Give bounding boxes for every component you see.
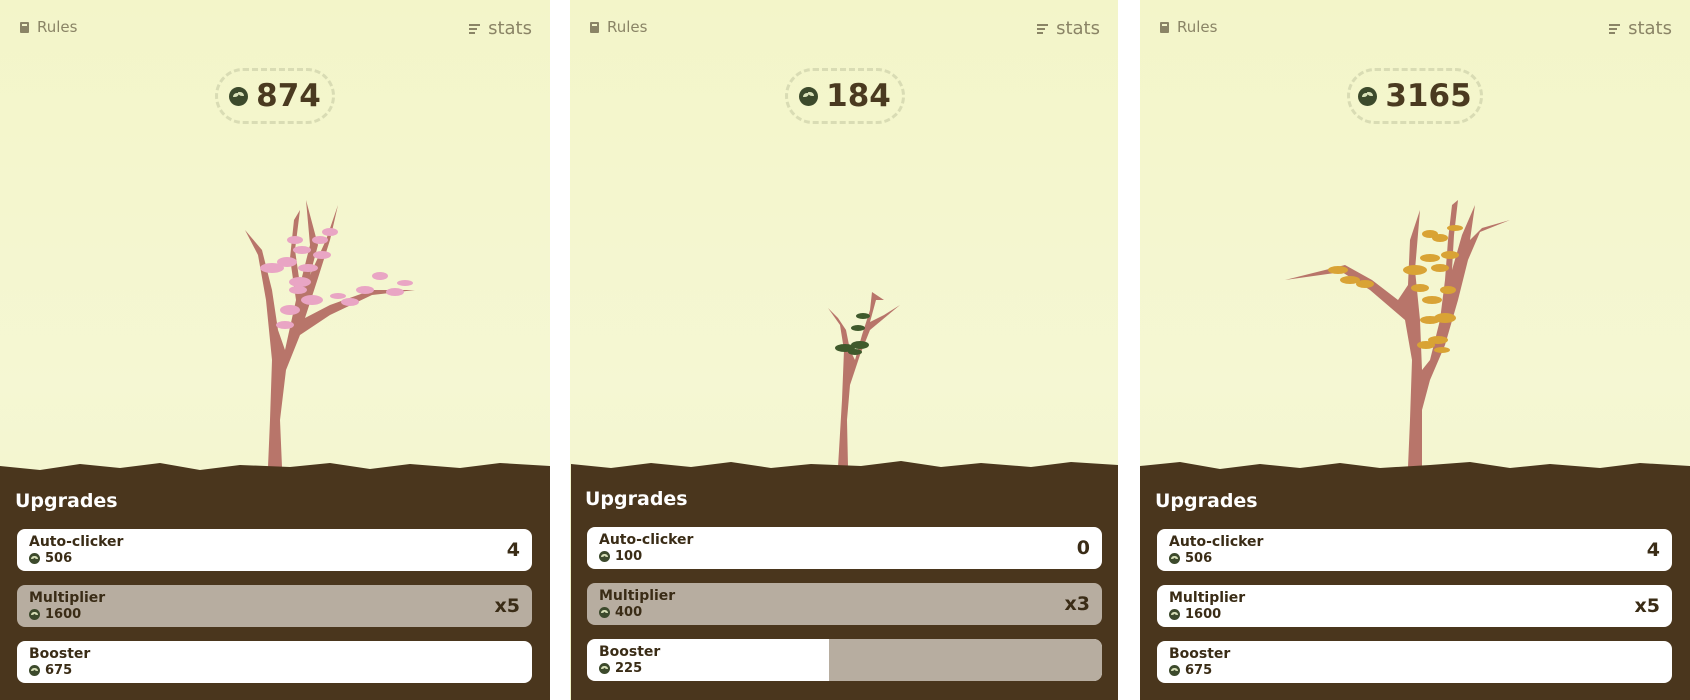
- upgrade-name: Booster: [1169, 646, 1231, 662]
- upgrade-name: Auto-clicker: [1169, 534, 1264, 550]
- upgrade-name: Booster: [29, 646, 91, 662]
- upgrade-cost: 100: [599, 549, 642, 564]
- seed-icon: [1169, 553, 1180, 564]
- upgrade-auto-clicker[interactable]: Auto-clicker 100 0: [587, 527, 1102, 569]
- seed-icon: [599, 663, 610, 674]
- cost-value: 1600: [45, 607, 82, 622]
- upgrade-name: Booster: [599, 644, 661, 660]
- game-panel-3: Rules stats 3165 Upgrades Auto-clicker 5…: [1140, 0, 1690, 700]
- upgrade-name: Multiplier: [1169, 590, 1246, 606]
- booster-cooldown-fill: [829, 639, 1102, 681]
- upgrade-cost: 400: [599, 605, 642, 620]
- upgrade-name: Auto-clicker: [599, 532, 694, 548]
- upgrade-cost: 225: [599, 661, 642, 676]
- seed-icon: [29, 553, 40, 564]
- cost-value: 675: [1185, 663, 1213, 678]
- upgrades-title: Upgrades: [1155, 490, 1258, 512]
- upgrade-multiplier[interactable]: Multiplier 1600 x5: [17, 585, 532, 627]
- seed-icon: [599, 551, 610, 562]
- upgrades-title: Upgrades: [15, 490, 118, 512]
- upgrade-level: 4: [506, 539, 520, 561]
- upgrade-cost: 1600: [1169, 607, 1221, 622]
- upgrade-name: Multiplier: [599, 588, 676, 604]
- tree[interactable]: [570, 0, 1118, 470]
- upgrade-level: x3: [1064, 593, 1090, 615]
- upgrade-multiplier[interactable]: Multiplier 1600 x5: [1157, 585, 1672, 627]
- cost-value: 1600: [1185, 607, 1222, 622]
- tree-trunk: [245, 200, 415, 467]
- upgrades-title: Upgrades: [585, 488, 688, 510]
- cost-value: 506: [45, 551, 73, 566]
- upgrade-cost: 675: [29, 663, 72, 678]
- upgrade-booster[interactable]: Booster 675: [1157, 641, 1672, 683]
- upgrade-level: 0: [1076, 537, 1090, 559]
- upgrade-name: Multiplier: [29, 590, 106, 606]
- upgrade-cost: 506: [1169, 551, 1212, 566]
- seed-icon: [599, 607, 610, 618]
- seed-icon: [1169, 609, 1180, 620]
- upgrade-multiplier[interactable]: Multiplier 400 x3: [587, 583, 1102, 625]
- upgrade-booster[interactable]: Booster 225: [587, 639, 1102, 681]
- upgrade-name: Auto-clicker: [29, 534, 124, 550]
- upgrade-cost: 1600: [29, 607, 81, 622]
- upgrade-level: 4: [1646, 539, 1660, 561]
- upgrade-cost: 506: [29, 551, 72, 566]
- cost-value: 675: [45, 663, 73, 678]
- upgrade-booster[interactable]: Booster 675: [17, 641, 532, 683]
- seed-icon: [29, 665, 40, 676]
- upgrade-auto-clicker[interactable]: Auto-clicker 506 4: [1157, 529, 1672, 571]
- cost-value: 100: [615, 549, 643, 564]
- tree-leaves: [260, 228, 413, 329]
- seed-icon: [29, 609, 40, 620]
- cost-value: 506: [1185, 551, 1213, 566]
- upgrade-level: x5: [494, 595, 520, 617]
- upgrade-cost: 675: [1169, 663, 1212, 678]
- upgrade-auto-clicker[interactable]: Auto-clicker 506 4: [17, 529, 532, 571]
- cost-value: 400: [615, 605, 643, 620]
- cost-value: 225: [615, 661, 643, 676]
- tree-trunk: [1285, 200, 1510, 467]
- seed-icon: [1169, 665, 1180, 676]
- tree[interactable]: [1140, 0, 1690, 470]
- game-panel-1: Rules stats 874 Upgrades Auto-clicker 50…: [0, 0, 550, 700]
- game-panel-2: Rules stats 184 Upgrades Auto-clicker 10…: [570, 0, 1118, 700]
- tree[interactable]: [0, 0, 550, 470]
- upgrade-level: x5: [1634, 595, 1660, 617]
